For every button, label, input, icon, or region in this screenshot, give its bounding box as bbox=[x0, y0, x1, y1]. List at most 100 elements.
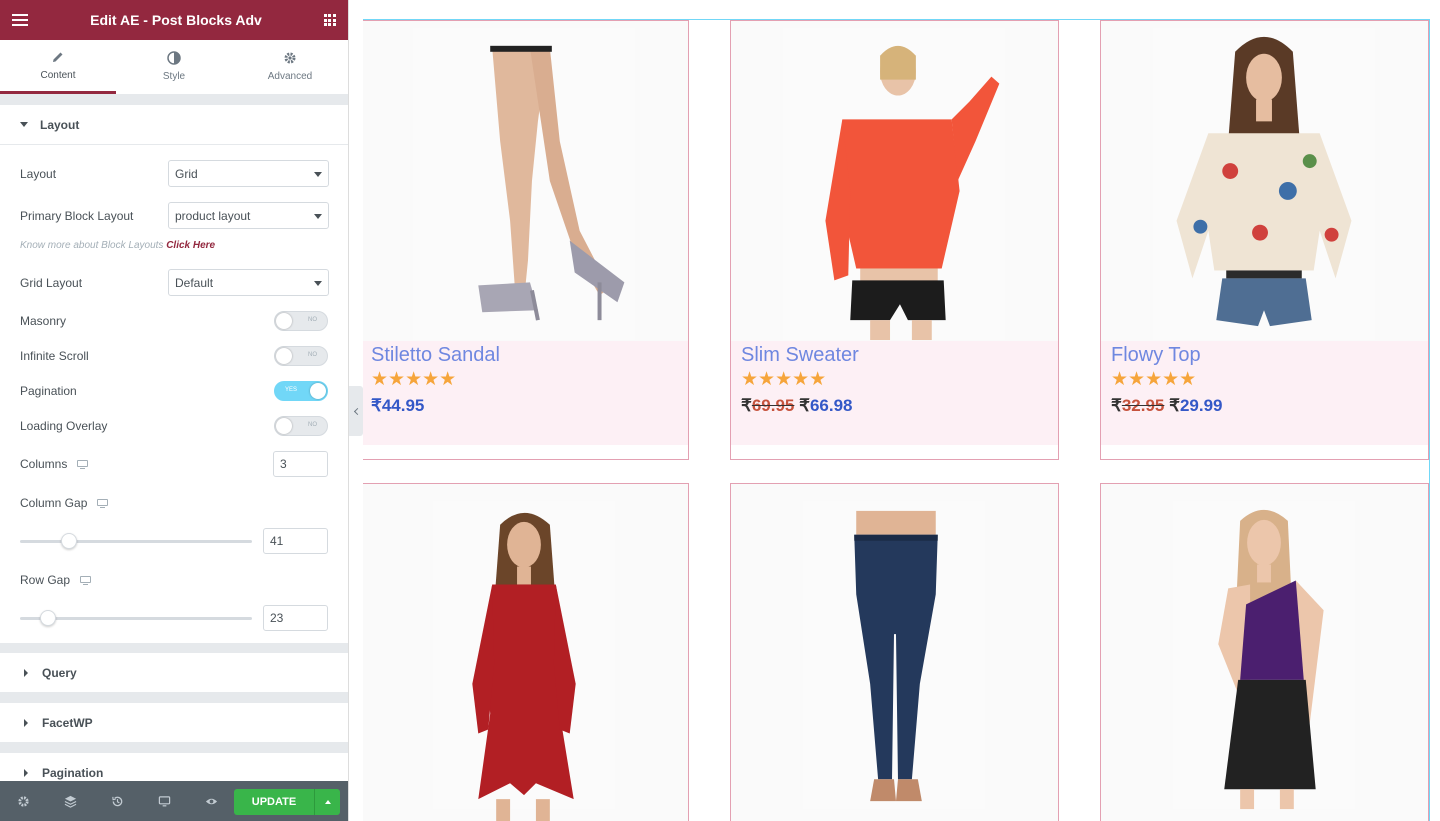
preview-canvas: Stiletto Sandal ★★★★★ ₹44.95 Slim Sweate… bbox=[363, 0, 1440, 821]
panel-title: Edit AE - Post Blocks Adv bbox=[90, 12, 262, 28]
columns-label-text: Columns bbox=[20, 457, 68, 471]
loading-overlay-toggle-state: NO bbox=[308, 422, 317, 428]
row-gap-label-row: Row Gap bbox=[20, 572, 328, 588]
collapse-panel-handle[interactable] bbox=[349, 386, 363, 436]
pagination-label: Pagination bbox=[20, 384, 77, 398]
product-image[interactable] bbox=[363, 21, 688, 341]
toggle-knob bbox=[276, 313, 292, 329]
row-gap-slider[interactable] bbox=[20, 610, 252, 626]
row-gap-input[interactable]: 23 bbox=[263, 605, 328, 631]
widgets-grid-icon[interactable] bbox=[323, 14, 336, 26]
product-price: ₹32.95 ₹29.99 bbox=[1111, 393, 1418, 419]
grid-layout-value: Default bbox=[175, 275, 214, 290]
update-button-group: UPDATE bbox=[234, 789, 340, 815]
eye-icon bbox=[205, 798, 218, 804]
product-image[interactable] bbox=[731, 484, 1058, 821]
tab-content-label: Content bbox=[40, 70, 76, 81]
columns-input[interactable]: 3 bbox=[273, 451, 328, 477]
primary-block-layout-label: Primary Block Layout bbox=[20, 208, 134, 223]
hint-text: Know more about Block Layouts bbox=[20, 240, 164, 251]
contrast-icon bbox=[167, 50, 181, 65]
tab-style[interactable]: Style bbox=[116, 40, 232, 94]
infinite-scroll-toggle[interactable]: NO bbox=[274, 346, 328, 366]
layout-select-value: Grid bbox=[175, 166, 198, 181]
chevron-left-icon bbox=[353, 407, 361, 415]
masonry-control: Masonry NO bbox=[20, 311, 328, 331]
product-image[interactable] bbox=[1101, 484, 1428, 821]
star-rating: ★★★★★ bbox=[1111, 369, 1197, 390]
regular-price: 69.95 bbox=[751, 396, 795, 415]
pagination-toggle[interactable]: YES bbox=[274, 381, 328, 401]
product-title[interactable]: Flowy Top bbox=[1111, 343, 1418, 367]
caret-down-icon bbox=[20, 122, 28, 127]
section-divider bbox=[0, 743, 348, 753]
chevron-down-icon bbox=[314, 172, 322, 177]
history-icon bbox=[112, 796, 123, 806]
tab-advanced[interactable]: Advanced bbox=[232, 40, 348, 94]
tab-style-label: Style bbox=[162, 70, 186, 82]
grid-layout-select[interactable]: Default bbox=[168, 269, 329, 296]
masonry-toggle[interactable]: NO bbox=[274, 311, 328, 331]
product-title[interactable]: Stiletto Sandal bbox=[371, 343, 678, 367]
product-info: Stiletto Sandal ★★★★★ ₹44.95 bbox=[363, 341, 688, 445]
update-button[interactable]: UPDATE bbox=[234, 789, 314, 815]
navigator-button[interactable] bbox=[47, 781, 94, 821]
currency-symbol: ₹ bbox=[799, 396, 810, 415]
save-options-button[interactable] bbox=[314, 789, 340, 815]
column-gap-label: Column Gap bbox=[20, 496, 109, 510]
layout-select[interactable]: Grid bbox=[168, 160, 329, 187]
star-rating: ★★★★★ bbox=[371, 369, 457, 390]
primary-block-layout-value: product layout bbox=[175, 208, 251, 223]
column-gap-input[interactable]: 41 bbox=[263, 528, 328, 554]
column-gap-label-text: Column Gap bbox=[20, 496, 88, 510]
product-card[interactable]: Flowy Top ★★★★★ ₹32.95 ₹29.99 bbox=[1100, 20, 1429, 460]
jeans-model-image bbox=[802, 500, 986, 810]
section-layout-header[interactable]: Layout bbox=[0, 105, 348, 145]
desktop-icon[interactable] bbox=[77, 459, 89, 469]
menu-icon[interactable] bbox=[12, 14, 28, 26]
section-pagination-title: Pagination bbox=[42, 765, 104, 780]
product-image[interactable] bbox=[1101, 21, 1428, 341]
history-button[interactable] bbox=[94, 781, 141, 821]
toggle-knob bbox=[310, 383, 326, 399]
primary-block-layout-select[interactable]: product layout bbox=[168, 202, 329, 229]
product-card[interactable]: Slim Sweater ★★★★★ ₹69.95 ₹66.98 bbox=[730, 20, 1059, 460]
desktop-icon bbox=[158, 795, 171, 806]
column-gap-slider-thumb[interactable] bbox=[60, 533, 77, 549]
column-gap-slider[interactable] bbox=[20, 533, 252, 549]
pagination-control: Pagination YES bbox=[20, 381, 328, 401]
product-card[interactable] bbox=[730, 483, 1059, 821]
currency-symbol: ₹ bbox=[371, 396, 382, 415]
desktop-icon[interactable] bbox=[97, 498, 109, 508]
preview-button[interactable] bbox=[188, 781, 235, 821]
section-facetwp-header[interactable]: FacetWP bbox=[0, 703, 348, 743]
chevron-down-icon bbox=[314, 214, 322, 219]
product-card[interactable] bbox=[363, 483, 689, 821]
columns-control: Columns 3 bbox=[20, 451, 328, 477]
loading-overlay-toggle[interactable]: NO bbox=[274, 416, 328, 436]
block-layout-hint: Know more about Block Layouts Click Here bbox=[20, 240, 215, 251]
responsive-mode-button[interactable] bbox=[141, 781, 188, 821]
caret-right-icon bbox=[24, 668, 28, 677]
hint-link[interactable]: Click Here bbox=[166, 240, 215, 251]
sale-price: 29.99 bbox=[1179, 396, 1223, 415]
row-gap-slider-thumb[interactable] bbox=[39, 610, 56, 626]
product-title[interactable]: Slim Sweater bbox=[741, 343, 1048, 367]
pagination-toggle-state: YES bbox=[285, 387, 298, 393]
layout-control: Layout Grid bbox=[20, 160, 329, 187]
product-price: ₹69.95 ₹66.98 bbox=[741, 393, 1048, 419]
product-card[interactable] bbox=[1100, 483, 1429, 821]
settings-button[interactable] bbox=[0, 781, 47, 821]
gear-icon bbox=[284, 52, 296, 63]
pencil-icon bbox=[53, 52, 63, 62]
section-divider bbox=[0, 643, 348, 653]
section-query-header[interactable]: Query bbox=[0, 653, 348, 693]
desktop-icon[interactable] bbox=[80, 575, 92, 585]
product-image[interactable] bbox=[731, 21, 1058, 341]
regular-price: 32.95 bbox=[1121, 396, 1165, 415]
sweater-model-image bbox=[782, 27, 1006, 341]
product-image[interactable] bbox=[363, 484, 688, 821]
tab-content[interactable]: Content bbox=[0, 40, 116, 94]
product-card[interactable]: Stiletto Sandal ★★★★★ ₹44.95 bbox=[363, 20, 689, 460]
chevron-down-icon bbox=[314, 281, 322, 286]
